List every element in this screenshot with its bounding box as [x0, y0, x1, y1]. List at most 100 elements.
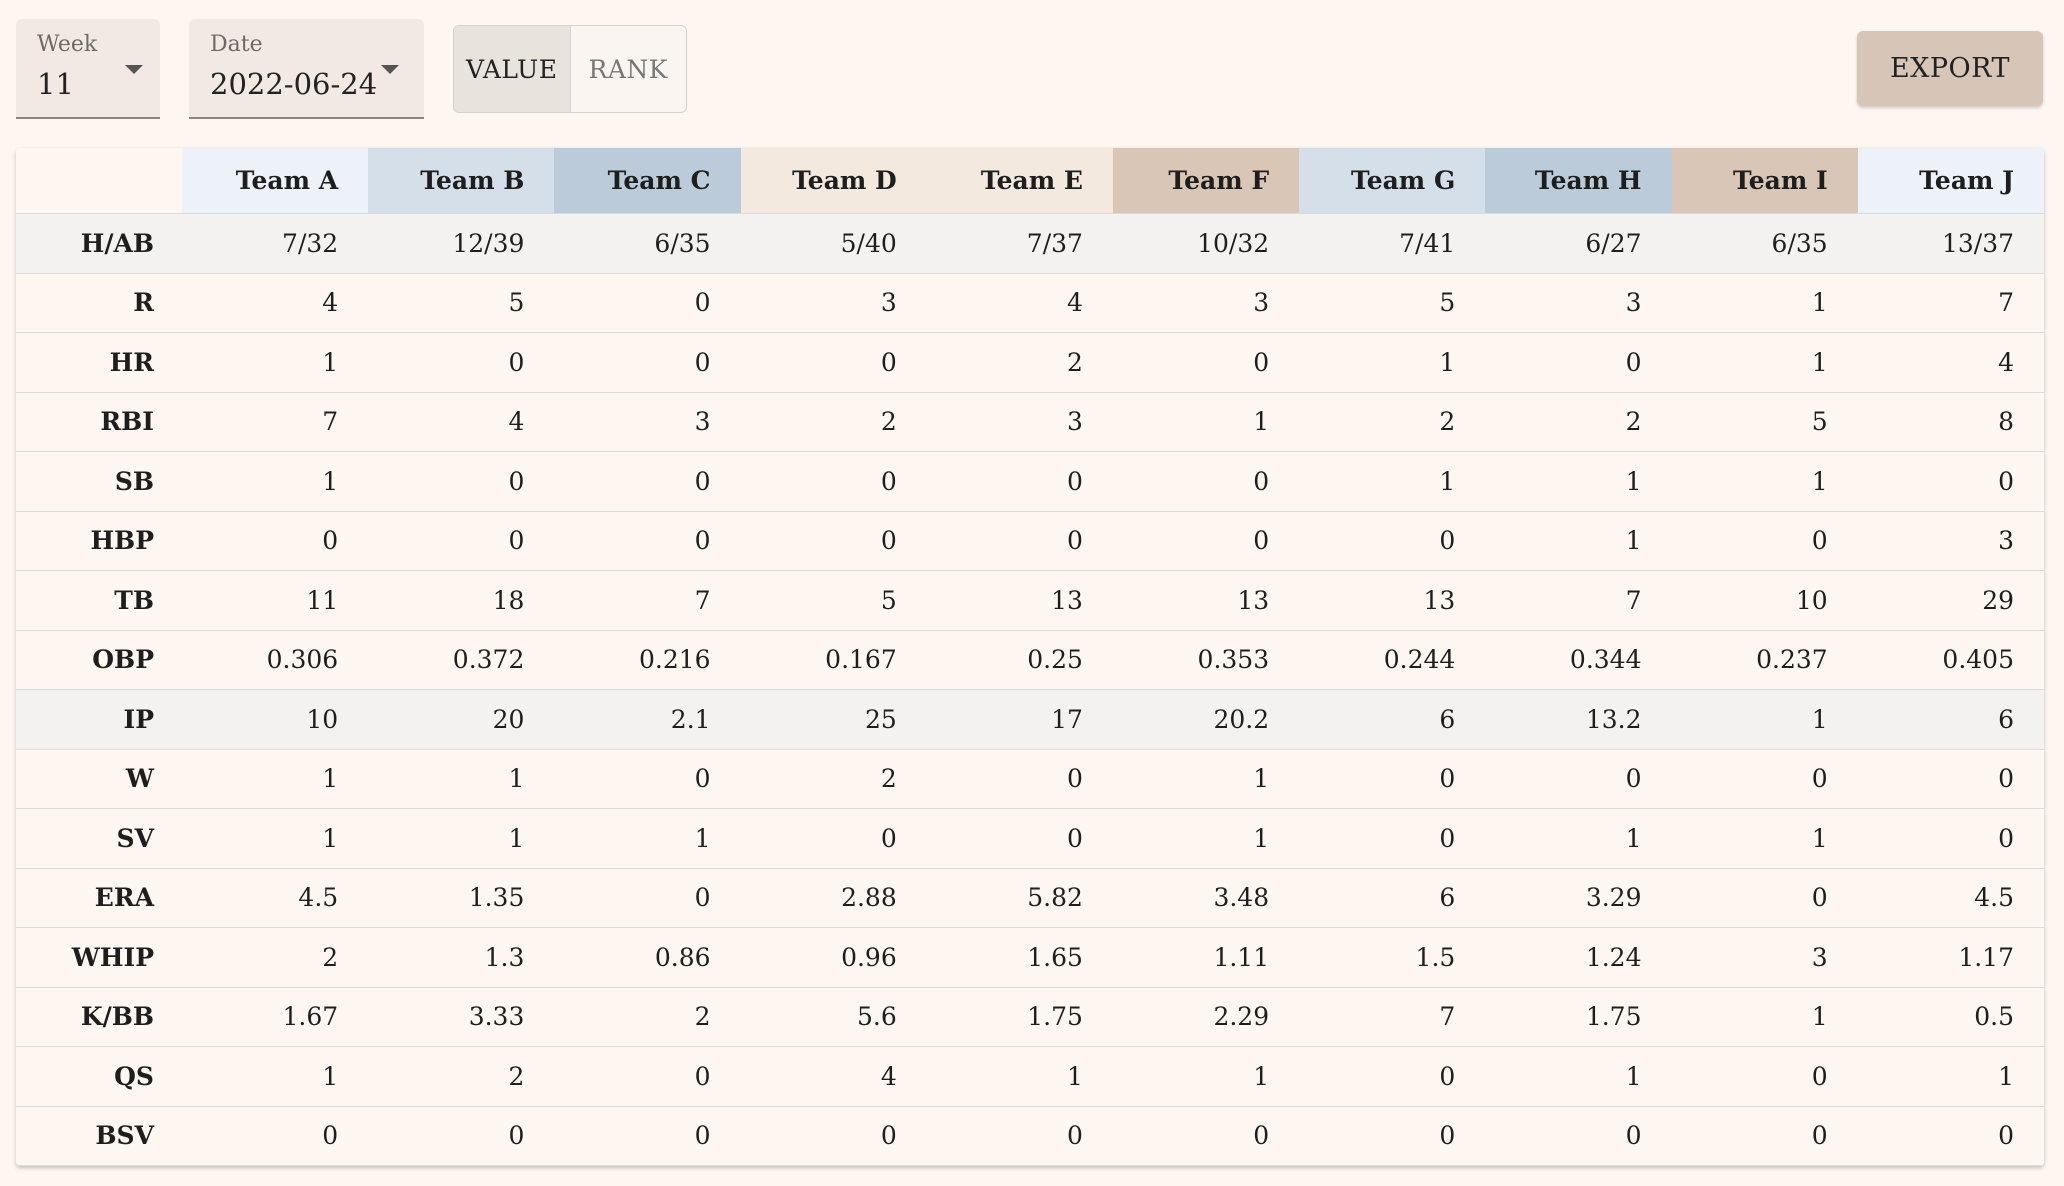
- table-cell: 1: [1299, 451, 1486, 512]
- table-cell: 4: [1857, 332, 2044, 393]
- stats-table-container: Team A Team B Team C Team D Team E Team F Team…: [16, 148, 2044, 1166]
- table-cell: 0: [1299, 808, 1486, 869]
- table-cell: 6: [1857, 689, 2044, 750]
- table-cell: 1: [1485, 1046, 1672, 1107]
- value-toggle-button[interactable]: VALUE: [454, 26, 571, 112]
- column-header-team[interactable]: Team A: [182, 148, 369, 214]
- table-cell: 0.372: [368, 630, 555, 690]
- table-cell: 0: [740, 511, 927, 571]
- toolbar: Week 11 Date 2022-06-24 VALUE RANK EXPOR…: [0, 0, 2064, 140]
- table-cell: 2: [182, 927, 369, 988]
- table-cell: 7: [1857, 273, 2044, 333]
- table-cell: 11: [182, 570, 369, 631]
- table-cell: 0: [1485, 1106, 1672, 1166]
- column-header-team[interactable]: Team J: [1857, 148, 2044, 214]
- table-cell: 10: [1671, 570, 1858, 631]
- table-cell: 0: [1112, 511, 1300, 571]
- row-stat-label: SB: [16, 451, 182, 512]
- corner-header-cell: [16, 148, 182, 214]
- table-body: H/AB 7/32 12/39 6/35 5/40 7/37 10/32 7/41 6/27 6/…: [16, 213, 2044, 1166]
- table-cell: 13: [926, 570, 1113, 631]
- table-cell: 4.5: [1857, 868, 2044, 928]
- row-stat-label: RBI: [16, 392, 182, 452]
- table-cell: 2: [1485, 392, 1672, 452]
- table-row: WHIP 2 1.3 0.86 0.96 1.65 1.11 1.5 1.24 3 1.17: [16, 927, 2044, 988]
- column-header-team[interactable]: Team F: [1112, 148, 1300, 214]
- column-header-team[interactable]: Team I: [1671, 148, 1858, 214]
- table-cell: 0: [740, 808, 927, 869]
- table-cell: 0: [1671, 868, 1858, 928]
- table-cell: 13.2: [1485, 689, 1672, 750]
- table-cell: 6/27: [1485, 213, 1672, 274]
- table-cell: 1: [1299, 332, 1486, 393]
- column-header-team[interactable]: Team G: [1299, 148, 1486, 214]
- week-select[interactable]: Week 11: [16, 19, 160, 119]
- column-header-team[interactable]: Team E: [926, 148, 1113, 214]
- table-cell: 25: [740, 689, 927, 750]
- date-select[interactable]: Date 2022-06-24: [189, 19, 424, 119]
- table-cell: 0: [926, 451, 1113, 512]
- table-row: RBI 7 4 3 2 3 1 2 2 5 8: [16, 392, 2044, 452]
- rank-toggle-button[interactable]: RANK: [571, 26, 687, 112]
- table-cell: 2: [1299, 392, 1486, 452]
- table-cell: 1: [1485, 451, 1672, 512]
- table-cell: 0: [926, 511, 1113, 571]
- table-cell: 7: [182, 392, 369, 452]
- row-stat-label: ERA: [16, 868, 182, 928]
- table-cell: 3.48: [1112, 868, 1300, 928]
- table-cell: 0: [1671, 1046, 1858, 1107]
- table-cell: 0: [1857, 749, 2044, 809]
- table-cell: 6: [1299, 689, 1486, 750]
- table-cell: 1.75: [926, 987, 1113, 1047]
- export-button[interactable]: EXPORT: [1857, 31, 2043, 106]
- stats-table: Team A Team B Team C Team D Team E Team F Team…: [16, 148, 2044, 1166]
- row-stat-label: W: [16, 749, 182, 809]
- table-cell: 5: [1671, 392, 1858, 452]
- table-cell: 1: [368, 808, 555, 869]
- table-cell: 0.96: [740, 927, 927, 988]
- table-cell: 0.86: [554, 927, 741, 988]
- table-cell: 0: [1671, 511, 1858, 571]
- table-cell: 0: [1299, 1106, 1486, 1166]
- column-header-team[interactable]: Team H: [1485, 148, 1672, 214]
- row-stat-label: HR: [16, 332, 182, 393]
- table-cell: 0.167: [740, 630, 927, 690]
- table-cell: 13: [1112, 570, 1300, 631]
- table-cell: 0: [368, 511, 555, 571]
- table-cell: 3: [1112, 273, 1300, 333]
- table-cell: 0: [740, 1106, 927, 1166]
- table-row: H/AB 7/32 12/39 6/35 5/40 7/37 10/32 7/41 6/27 6/…: [16, 213, 2044, 274]
- table-cell: 0: [1299, 511, 1486, 571]
- table-cell: 0: [182, 511, 369, 571]
- table-cell: 1: [368, 749, 555, 809]
- table-cell: 10: [182, 689, 369, 750]
- caret-down-icon: [125, 65, 143, 74]
- table-cell: 2: [554, 987, 741, 1047]
- row-stat-label: TB: [16, 570, 182, 631]
- table-cell: 5.82: [926, 868, 1113, 928]
- table-cell: 0: [926, 808, 1113, 869]
- table-cell: 0: [554, 749, 741, 809]
- column-header-team[interactable]: Team B: [368, 148, 555, 214]
- row-stat-label: IP: [16, 689, 182, 750]
- table-cell: 0.244: [1299, 630, 1486, 690]
- table-cell: 0.25: [926, 630, 1113, 690]
- table-cell: 1: [182, 332, 369, 393]
- column-header-team[interactable]: Team D: [740, 148, 927, 214]
- table-cell: 5: [1299, 273, 1486, 333]
- table-cell: 0.405: [1857, 630, 2044, 690]
- table-row: W1102010000: [16, 749, 2044, 809]
- table-cell: 1: [1112, 392, 1300, 452]
- column-header-team[interactable]: Team C: [554, 148, 741, 214]
- table-row: BSV 0 0 0 0 0 0 0 0 0 0: [16, 1106, 2044, 1166]
- table-cell: 1: [1112, 749, 1300, 809]
- table-cell: 1: [182, 749, 369, 809]
- table-cell: 2: [740, 749, 927, 809]
- table-cell: 0.237: [1671, 630, 1858, 690]
- table-cell: 6/35: [1671, 213, 1858, 274]
- table-cell: 0: [1299, 749, 1486, 809]
- table-cell: 1: [1671, 689, 1858, 750]
- table-cell: 0: [554, 451, 741, 512]
- table-cell: 0.5: [1857, 987, 2044, 1047]
- table-cell: 0.353: [1112, 630, 1300, 690]
